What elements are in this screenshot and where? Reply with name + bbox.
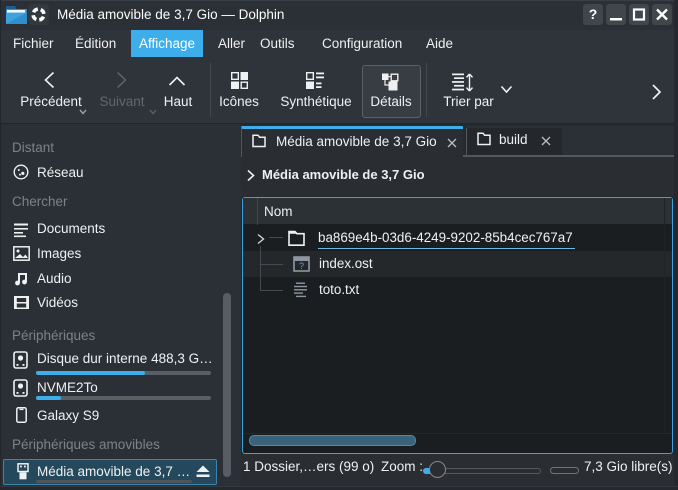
svg-text:?: ? [299, 261, 304, 271]
